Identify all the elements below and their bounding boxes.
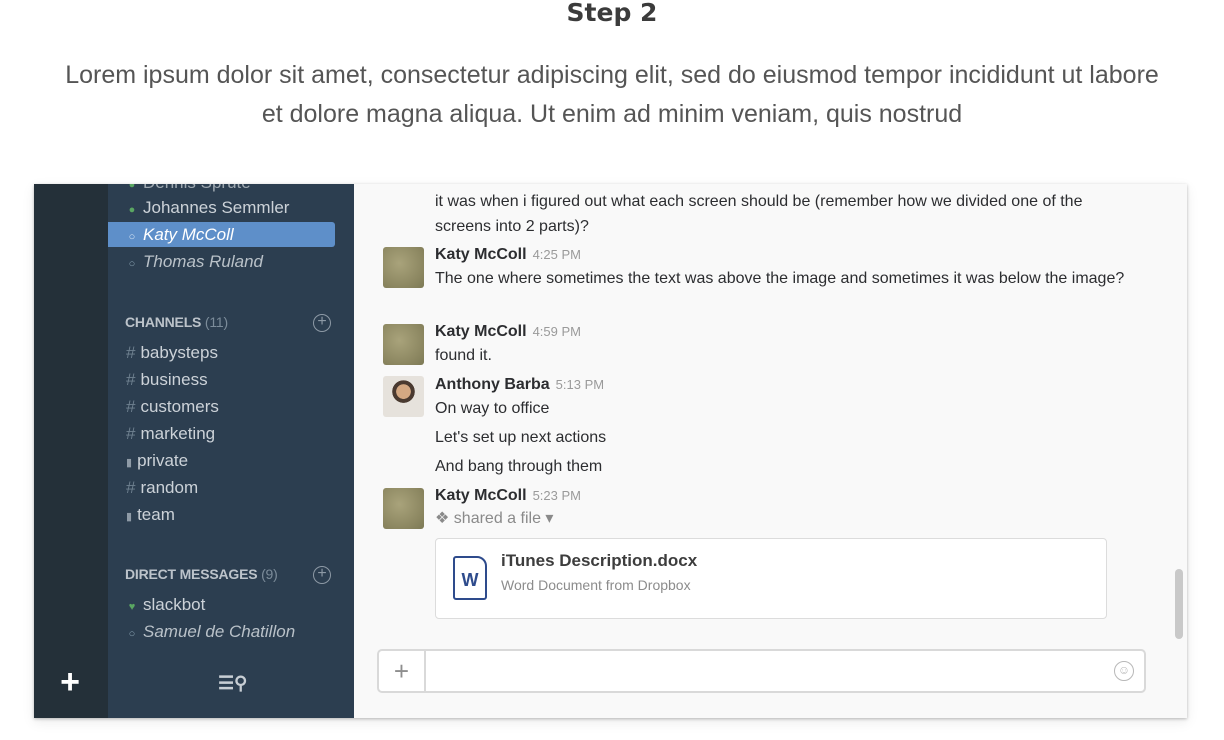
timestamp[interactable]: 4:59 PM [533, 324, 581, 339]
message-header: Anthony Barba 5:13 PM [435, 374, 604, 396]
avatar[interactable] [383, 247, 424, 288]
emoji-icon[interactable]: ☺ [1114, 661, 1134, 681]
hash-icon: # [126, 370, 136, 389]
file-attachment-card[interactable]: W iTunes Description.docx Word Document … [435, 538, 1107, 619]
sidebar-member-katy-active[interactable]: ○ Katy McColl [108, 222, 335, 247]
hash-icon: # [126, 397, 136, 416]
avatar[interactable] [383, 488, 424, 529]
lock-icon: ▮ [126, 511, 133, 523]
message-body: And bang through them [435, 458, 603, 475]
away-dot-icon: ○ [128, 258, 136, 270]
sidebar-member-johannes[interactable]: ● Johannes Semmler [108, 195, 335, 220]
message-body: Let's set up next actions [435, 429, 607, 446]
timestamp[interactable]: 4:25 PM [533, 247, 581, 262]
step-description: Lorem ipsum dolor sit amet, consectetur … [65, 61, 1159, 128]
search-list-icon[interactable]: ☰⚲ [218, 672, 247, 694]
channel-customers[interactable]: # customers [108, 394, 335, 419]
sender-name[interactable]: Katy McColl [435, 487, 527, 504]
step-title: Step 2 [566, 0, 658, 27]
add-channel-icon[interactable]: + [313, 314, 331, 332]
sender-name[interactable]: Anthony Barba [435, 376, 550, 393]
timestamp[interactable]: 5:13 PM [556, 377, 604, 392]
slack-app-window: + ●Dennis Sprute ●Johannes Semmler ○Katy… [34, 184, 1187, 718]
online-dot-icon: ● [128, 204, 136, 216]
sidebar-member-dennis[interactable]: ●Dennis Sprute [108, 184, 335, 195]
away-dot-icon: ○ [128, 628, 136, 640]
hash-icon: # [126, 343, 136, 362]
timestamp[interactable]: 5:23 PM [533, 488, 581, 503]
message-input[interactable] [431, 655, 1101, 687]
channels-heading[interactable]: CHANNELS (11) [125, 312, 228, 332]
hash-icon: # [126, 424, 136, 443]
sidebar: ●Dennis Sprute ●Johannes Semmler ○Katy M… [108, 184, 354, 718]
message-header: Katy McColl 4:25 PM [435, 244, 581, 266]
sidebar-member-thomas[interactable]: ○ Thomas Ruland [108, 249, 335, 274]
heart-icon: ♥ [128, 601, 136, 613]
add-attachment-button[interactable]: + [379, 651, 426, 691]
message-body: The one where sometimes the text was abo… [435, 270, 1125, 287]
team-rail: + [34, 184, 108, 718]
file-subtitle: Word Document from Dropbox [501, 577, 691, 593]
direct-messages-heading[interactable]: DIRECT MESSAGES (9) [125, 564, 278, 584]
channel-private[interactable]: ▮ private [108, 448, 335, 473]
dm-slackbot[interactable]: ♥ slackbot [108, 592, 335, 617]
add-team-plus-icon[interactable]: + [56, 665, 84, 699]
sender-name[interactable]: Katy McColl [435, 323, 527, 340]
lock-icon: ▮ [126, 457, 133, 469]
sender-name[interactable]: Katy McColl [435, 246, 527, 263]
avatar[interactable] [383, 376, 424, 417]
scrollbar[interactable] [1175, 569, 1183, 639]
hash-icon: # [126, 478, 136, 497]
message-body: found it. [435, 347, 492, 364]
message-body: On way to office [435, 400, 550, 417]
avatar[interactable] [383, 324, 424, 365]
chevron-down-icon: ▾ [545, 510, 554, 527]
channel-business[interactable]: # business [108, 367, 335, 392]
channel-random[interactable]: # random [108, 475, 335, 500]
channel-babysteps[interactable]: # babysteps [108, 340, 335, 365]
shared-file-label[interactable]: ❖ shared a file ▾ [435, 508, 553, 530]
channel-marketing[interactable]: # marketing [108, 421, 335, 446]
dm-samuel[interactable]: ○ Samuel de Chatillon [108, 619, 335, 644]
file-name[interactable]: iTunes Description.docx [501, 551, 697, 571]
dropbox-icon: ❖ [435, 510, 450, 527]
channel-team[interactable]: ▮ team [108, 502, 335, 527]
message-header: Katy McColl 5:23 PM [435, 485, 581, 507]
word-document-icon: W [453, 556, 487, 600]
message-continuation: it was when i figured out what each scre… [435, 193, 1083, 235]
message-pane: it was when i figured out what each scre… [354, 184, 1187, 718]
away-dot-icon: ○ [128, 231, 136, 243]
message-composer: + ☺ [377, 649, 1146, 693]
message-header: Katy McColl 4:59 PM [435, 321, 581, 343]
add-direct-message-icon[interactable]: + [313, 566, 331, 584]
